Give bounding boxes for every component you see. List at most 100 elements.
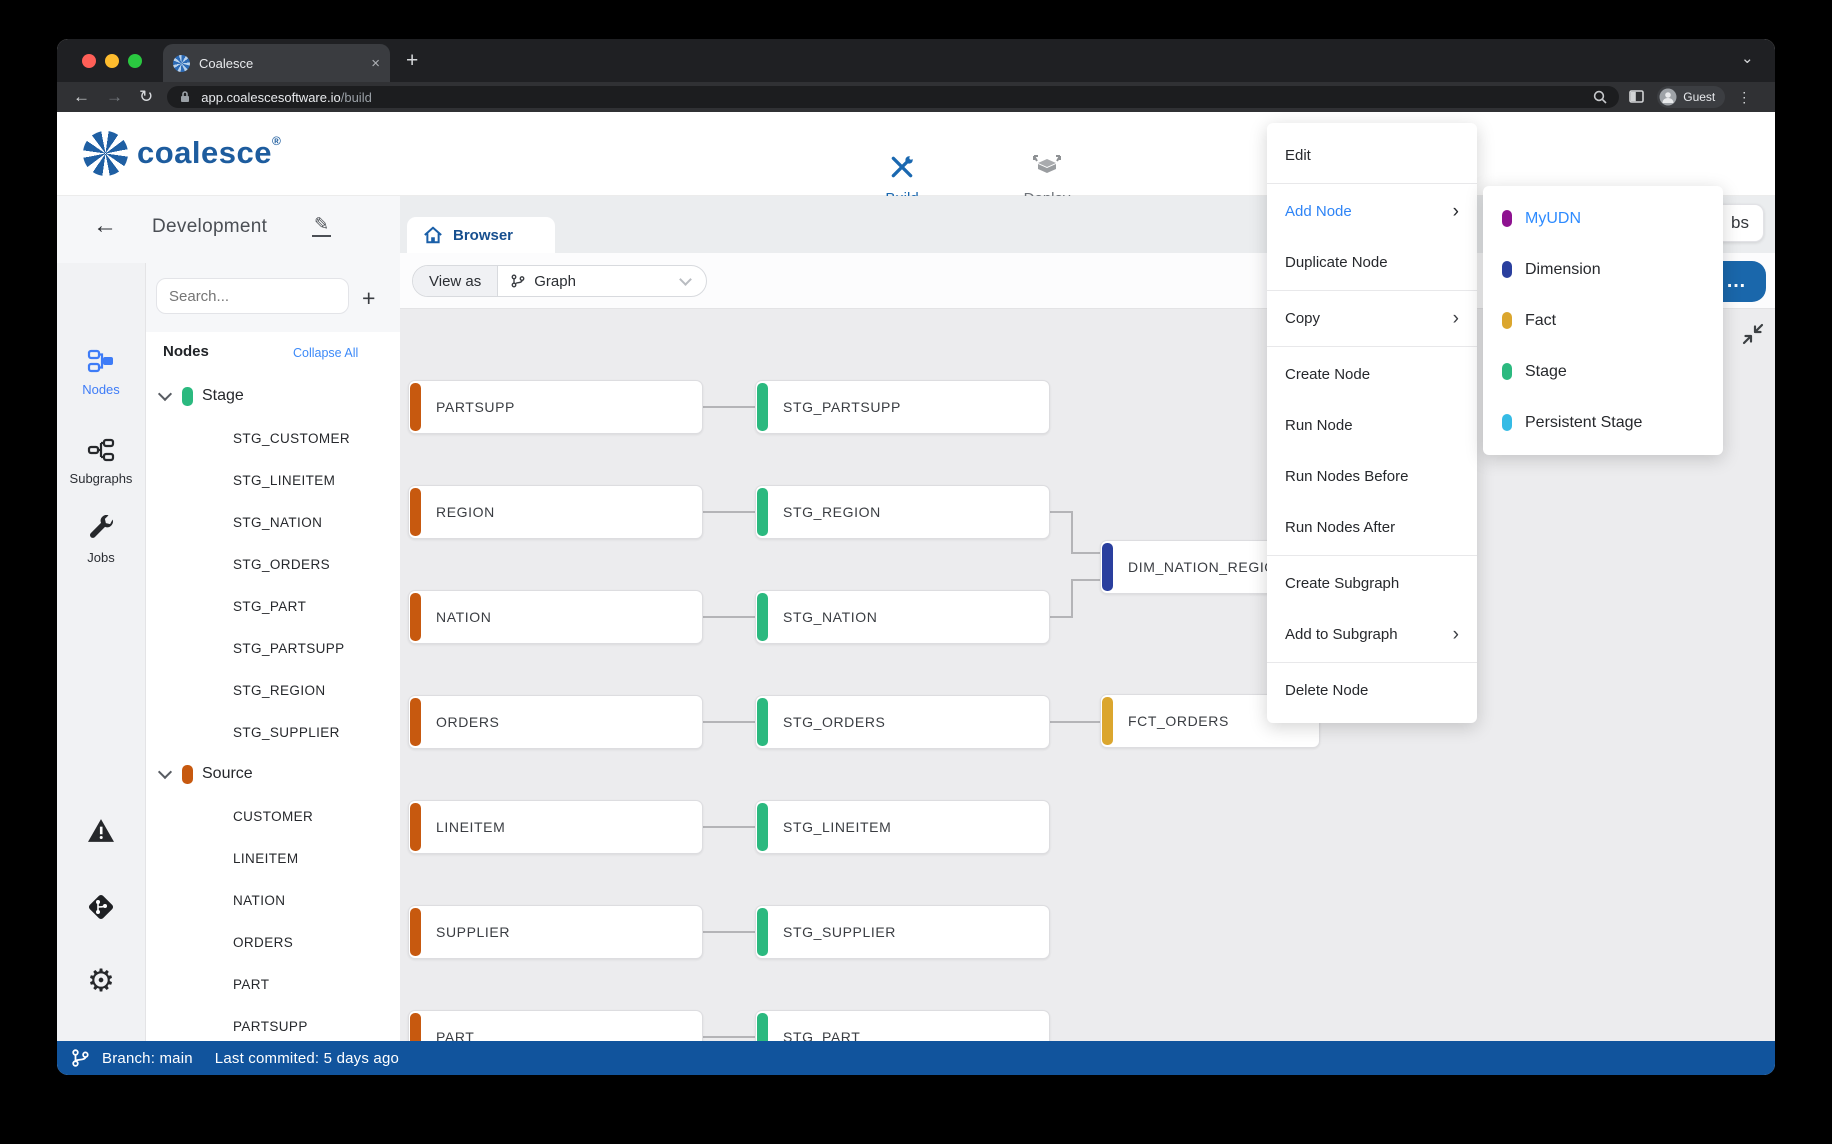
tree-item[interactable]: STG_SUPPLIER [146,711,400,753]
sidebar-item-nodes[interactable]: Nodes [57,349,145,397]
node-type-chip [182,765,193,784]
submenu-item-persistent-stage[interactable]: Persistent Stage [1483,397,1723,448]
tab-search-chevron-icon[interactable]: ⌄ [1741,49,1754,67]
graph-node[interactable]: PART [408,1010,703,1041]
graph-node[interactable]: STG_NATION [755,590,1050,644]
new-tab-button[interactable]: + [406,49,418,73]
node-type-chip [1502,261,1512,278]
view-mode-value: Graph [534,273,576,290]
tree-item[interactable]: STG_PART [146,585,400,627]
back-icon[interactable]: ← [73,87,90,107]
submenu-item-stage[interactable]: Stage [1483,346,1723,397]
tab-browser[interactable]: Browser [407,217,555,253]
graph-branch-icon [510,273,526,289]
menu-item-label: Copy [1285,310,1320,327]
activity-bar: Nodes Subgraphs Jobs ⚙ [57,263,145,1041]
menu-item-delete-node[interactable]: Delete Node [1267,665,1477,716]
menu-item-copy[interactable]: Copy› [1267,293,1477,344]
chrome-menu-icon[interactable]: ⋮ [1737,95,1743,100]
submenu-item-dimension[interactable]: Dimension [1483,244,1723,295]
menu-item-add-to-subgraph[interactable]: Add to Subgraph› [1267,609,1477,660]
sidebar-item-subgraphs[interactable]: Subgraphs [57,438,145,486]
graph-node[interactable]: PARTSUPP [408,380,703,434]
submenu-item-fact[interactable]: Fact [1483,295,1723,346]
node-type-bar [410,593,421,641]
tree-group-stage[interactable]: Stage [146,375,400,417]
close-window-button[interactable] [82,54,96,68]
reload-icon[interactable]: ↻ [139,87,153,107]
edit-workspace-icon[interactable]: ✎ [312,214,331,237]
minimize-window-button[interactable] [105,54,119,68]
chrome-toolbar: ← → ↻ app.coalescesoftware.io/build [57,82,1775,112]
graph-node[interactable]: SUPPLIER [408,905,703,959]
menu-item-duplicate-node[interactable]: Duplicate Node [1267,237,1477,288]
collapse-all-link[interactable]: Collapse All [293,346,358,360]
view-as-control[interactable]: View as Graph [412,265,707,297]
menu-item-add-node[interactable]: Add Node› [1267,186,1477,237]
tree-item[interactable]: CUSTOMER [146,795,400,837]
workspace-title: Development [152,216,267,238]
warnings-button[interactable] [57,818,145,849]
zoom-page-icon[interactable] [1592,89,1609,106]
menu-item-run-nodes-after[interactable]: Run Nodes After [1267,502,1477,553]
tree-item[interactable]: NATION [146,879,400,921]
node-type-bar [757,698,768,746]
graph-node[interactable]: LINEITEM [408,800,703,854]
tab-close-icon[interactable]: × [371,55,380,72]
sidebar-item-jobs[interactable]: Jobs [57,515,145,565]
search-input[interactable] [169,288,336,305]
brand-wordmark: coalesce® [137,134,281,171]
menu-item-run-nodes-before[interactable]: Run Nodes Before [1267,451,1477,502]
graph-node[interactable]: ORDERS [408,695,703,749]
forward-icon[interactable]: → [106,87,123,107]
tree-group-source[interactable]: Source [146,753,400,795]
menu-item-run-node[interactable]: Run Node [1267,400,1477,451]
last-commit-label: Last commited: 5 days ago [215,1050,399,1067]
view-mode-select[interactable]: Graph [498,266,706,296]
tree-item[interactable]: LINEITEM [146,837,400,879]
tree-item[interactable]: ORDERS [146,921,400,963]
branch-label: Branch: main [102,1050,193,1067]
menu-item-label: Duplicate Node [1285,254,1388,271]
avatar [1659,88,1677,106]
node-type-chip [1502,210,1512,227]
side-panel-icon[interactable] [1629,90,1645,104]
settings-button[interactable]: ⚙ [57,963,145,999]
tree-item[interactable]: STG_REGION [146,669,400,711]
lock-icon [177,89,193,105]
graph-node[interactable]: REGION [408,485,703,539]
coalesce-logo-icon [83,131,128,176]
tree-item[interactable]: STG_CUSTOMER [146,417,400,459]
graph-node[interactable]: STG_PARTSUPP [755,380,1050,434]
app-header: coalesce® Build Deploy ? [57,112,1775,196]
tree-item[interactable]: STG_PARTSUPP [146,627,400,669]
graph-node[interactable]: NATION [408,590,703,644]
zoom-window-button[interactable] [128,54,142,68]
back-arrow-icon[interactable]: ← [93,212,117,240]
menu-item-edit[interactable]: Edit [1267,130,1477,181]
tree-item[interactable]: PART [146,963,400,1005]
search-box[interactable] [156,278,349,314]
tree-item[interactable]: STG_ORDERS [146,543,400,585]
tree-group-label: Source [202,765,253,783]
submenu-item-myudn[interactable]: MyUDN [1483,193,1723,244]
graph-node[interactable]: STG_LINEITEM [755,800,1050,854]
git-button[interactable] [57,891,145,928]
menu-item-create-node[interactable]: Create Node [1267,349,1477,400]
graph-node[interactable]: STG_REGION [755,485,1050,539]
graph-node[interactable]: STG_SUPPLIER [755,905,1050,959]
menu-item-label: Delete Node [1285,682,1368,699]
graph-node-label: STG_ORDERS [783,714,885,730]
graph-node[interactable]: STG_PART [755,1010,1050,1041]
menu-item-create-subgraph[interactable]: Create Subgraph [1267,558,1477,609]
menu-divider [1267,183,1477,184]
url-bar[interactable]: app.coalescesoftware.io/build [167,86,1619,108]
tree-item[interactable]: STG_LINEITEM [146,459,400,501]
chevron-down-icon [679,273,692,286]
browser-tab-coalesce[interactable]: Coalesce × [163,44,390,82]
fit-view-icon[interactable] [1741,322,1765,346]
tree-item[interactable]: STG_NATION [146,501,400,543]
profile-button[interactable]: Guest [1657,86,1725,108]
graph-node[interactable]: STG_ORDERS [755,695,1050,749]
add-node-plus-button[interactable]: + [362,285,375,312]
